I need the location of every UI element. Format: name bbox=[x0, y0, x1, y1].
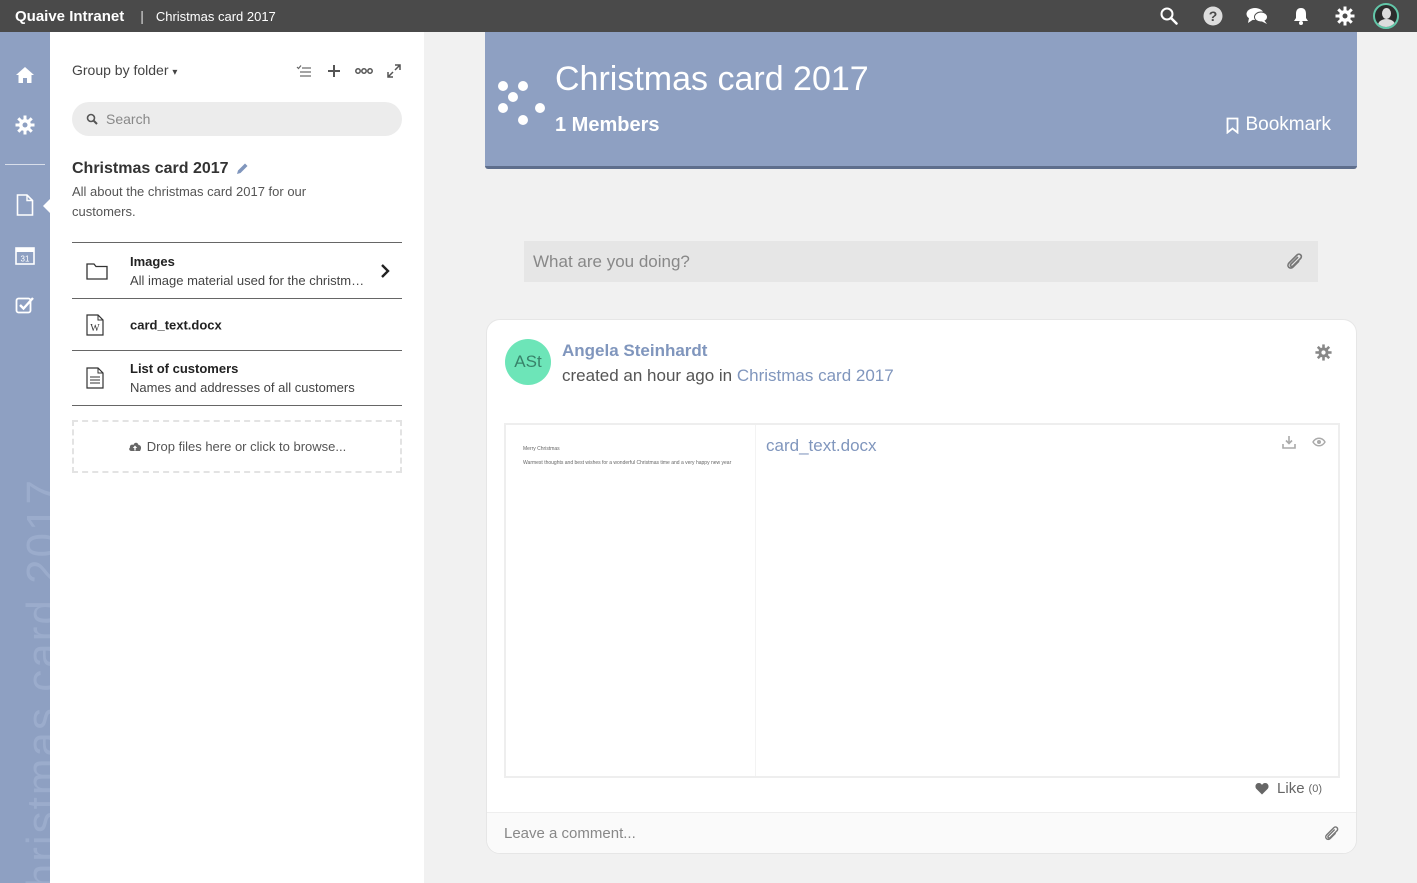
add-icon[interactable] bbox=[322, 60, 346, 82]
word-file-icon: W bbox=[86, 313, 104, 336]
app-rail: 31 Christmas card 2017 bbox=[0, 32, 67, 883]
like-label: Like bbox=[1277, 780, 1305, 797]
svg-text:W: W bbox=[90, 323, 100, 334]
paperclip-icon[interactable] bbox=[1324, 825, 1340, 843]
list-item-name: Images bbox=[130, 253, 175, 269]
document-thumbnail[interactable]: Merry Christmas Warmest thoughts and bes… bbox=[506, 425, 756, 776]
more-icon[interactable] bbox=[352, 60, 376, 82]
rail-divider bbox=[5, 164, 45, 165]
bell-icon[interactable] bbox=[1279, 0, 1323, 32]
settings-icon[interactable] bbox=[0, 110, 50, 140]
brand-link[interactable]: Quaive Intranet bbox=[15, 8, 124, 25]
workspace-banner: Christmas card 2017 1 Members Bookmark bbox=[485, 32, 1357, 169]
drop-label: Drop files here or click to browse... bbox=[146, 439, 347, 454]
author-link[interactable]: Angela Steinhardt bbox=[562, 341, 707, 361]
file-sidebar: Group by folder ▾ Christmas card 2017 Al… bbox=[50, 32, 424, 883]
list-item-customers[interactable]: List of customers Names and addresses of… bbox=[72, 350, 402, 406]
group-by-dropdown[interactable]: Group by folder ▾ bbox=[72, 62, 177, 78]
workspace-banner-title: Christmas card 2017 bbox=[555, 60, 869, 98]
file-list: Images All image material used for the c… bbox=[72, 242, 402, 406]
help-icon[interactable]: ? bbox=[1191, 0, 1235, 32]
workspace-title: Christmas card 2017 bbox=[72, 160, 249, 178]
select-list-icon[interactable] bbox=[292, 60, 316, 82]
chat-icon[interactable] bbox=[1235, 0, 1279, 32]
group-by-label: Group by folder bbox=[72, 62, 169, 78]
workspace-link[interactable]: Christmas card 2017 bbox=[737, 366, 894, 385]
home-icon[interactable] bbox=[0, 60, 50, 90]
list-item-name: card_text.docx bbox=[130, 317, 222, 332]
expand-icon[interactable] bbox=[382, 60, 406, 82]
svg-text:31: 31 bbox=[21, 255, 30, 264]
bookmark-label: Bookmark bbox=[1245, 114, 1331, 135]
user-avatar[interactable] bbox=[1373, 3, 1399, 29]
caret-down-icon: ▾ bbox=[172, 67, 178, 78]
download-icon[interactable] bbox=[1282, 435, 1296, 449]
search-icon bbox=[86, 113, 98, 125]
file-preview[interactable]: Merry Christmas Warmest thoughts and bes… bbox=[504, 423, 1340, 778]
like-button[interactable]: Like (0) bbox=[1255, 780, 1322, 797]
comment-box bbox=[487, 812, 1356, 853]
svg-text:?: ? bbox=[1209, 8, 1218, 24]
calendar-icon[interactable]: 31 bbox=[0, 240, 50, 270]
document-icon bbox=[86, 367, 104, 389]
post-meta: created an hour ago in Christmas card 20… bbox=[562, 366, 894, 386]
cloud-upload-icon bbox=[128, 441, 142, 452]
file-drop-zone[interactable]: Drop files here or click to browse... bbox=[72, 420, 402, 473]
thumbnail-line: Merry Christmas bbox=[523, 446, 560, 452]
list-item-description: Names and addresses of all customers bbox=[130, 380, 355, 395]
breadcrumb[interactable]: Christmas card 2017 bbox=[156, 9, 276, 24]
folder-icon bbox=[86, 262, 108, 280]
sidebar-toolbar bbox=[292, 60, 406, 82]
list-item-card-text[interactable]: W card_text.docx bbox=[72, 298, 402, 350]
list-item-description: All image material used for the christma… bbox=[130, 272, 370, 288]
top-tools: ? bbox=[1147, 0, 1417, 32]
post-gear-icon[interactable] bbox=[1315, 344, 1332, 361]
top-bar: Quaive Intranet | Christmas card 2017 ? bbox=[0, 0, 1417, 32]
list-item-images[interactable]: Images All image material used for the c… bbox=[72, 242, 402, 298]
edit-pencil-icon[interactable] bbox=[235, 162, 249, 176]
gear-icon[interactable] bbox=[1323, 0, 1367, 32]
bookmark-icon bbox=[1227, 117, 1239, 134]
paperclip-icon[interactable] bbox=[1286, 252, 1304, 272]
avatar[interactable]: ASt bbox=[505, 339, 551, 385]
post-meta-text: created an hour ago in bbox=[562, 366, 733, 385]
file-name-link[interactable]: card_text.docx bbox=[766, 436, 877, 456]
bookmark-button[interactable]: Bookmark bbox=[1226, 114, 1331, 136]
members-link[interactable]: 1 Members bbox=[555, 114, 660, 137]
eye-icon[interactable] bbox=[1312, 437, 1326, 447]
workspace-description: All about the christmas card 2017 for ou… bbox=[72, 184, 307, 219]
status-update-box bbox=[524, 241, 1318, 282]
chevron-right-icon[interactable] bbox=[380, 263, 390, 278]
comment-input[interactable] bbox=[504, 824, 1284, 842]
search-icon[interactable] bbox=[1147, 0, 1191, 32]
search-box bbox=[72, 102, 402, 136]
heart-icon bbox=[1255, 783, 1269, 795]
status-input[interactable] bbox=[533, 251, 1273, 272]
like-count: (0) bbox=[1308, 782, 1322, 795]
workspace-title-text: Christmas card 2017 bbox=[72, 160, 229, 177]
search-input[interactable] bbox=[106, 111, 386, 127]
activity-post: ASt Angela Steinhardt created an hour ag… bbox=[486, 319, 1357, 854]
checkbox-icon[interactable] bbox=[0, 290, 50, 320]
thumbnail-line: Warmest thoughts and best wishes for a w… bbox=[523, 460, 732, 466]
list-item-name: List of customers bbox=[130, 361, 239, 376]
workspace-logo-icon bbox=[497, 80, 547, 133]
breadcrumb-separator: | bbox=[140, 8, 144, 24]
